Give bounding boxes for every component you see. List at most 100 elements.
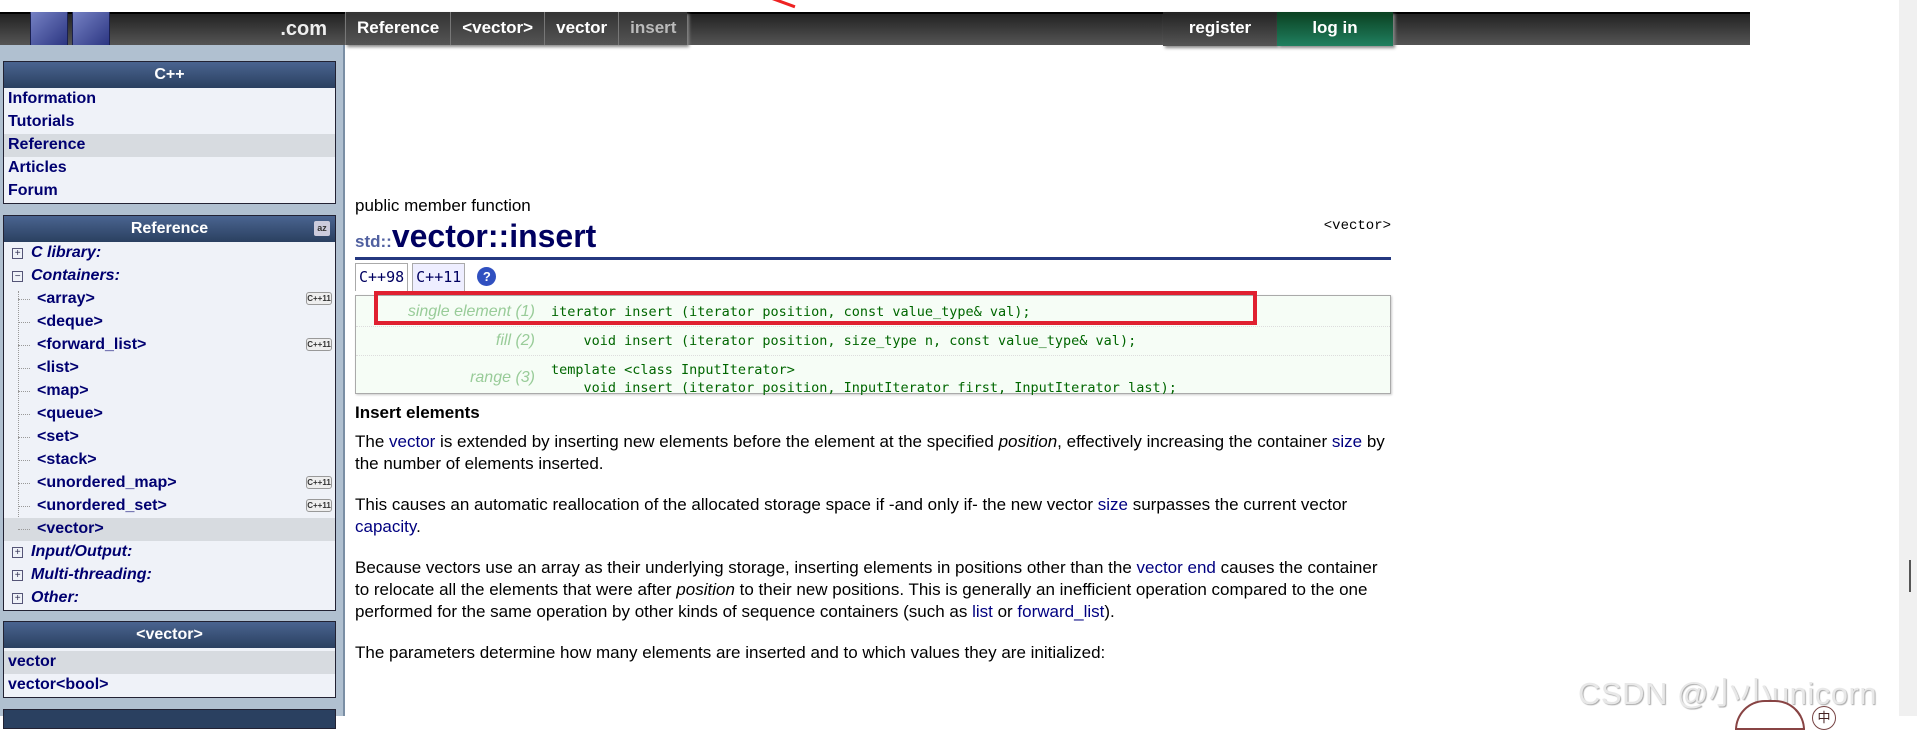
link-vector[interactable]: vector — [389, 432, 435, 451]
link-capacity[interactable]: capacity — [355, 517, 416, 536]
a-z-sort-icon[interactable]: az — [314, 221, 330, 236]
scrollbar-thumb[interactable] — [1909, 560, 1911, 592]
sidebar-item-reference[interactable]: Reference — [4, 134, 335, 157]
expand-icon[interactable]: + — [12, 547, 23, 558]
cpp11-badge: C++11 — [306, 292, 332, 305]
title-name: vector::insert — [391, 218, 597, 254]
container-map[interactable]: <map> — [4, 380, 335, 403]
section-heading: Insert elements — [355, 403, 480, 422]
sidebar: C++ Information Tutorials Reference Arti… — [0, 45, 345, 729]
tab-cpp11[interactable]: C++11 — [412, 263, 466, 291]
text: is extended by inserting new elements be… — [435, 432, 999, 451]
text: surpasses the current vector — [1127, 495, 1348, 514]
title-rule — [355, 257, 1391, 260]
highlight-annotation-box — [374, 291, 1257, 325]
category-multi-threading[interactable]: + Multi-threading: — [4, 564, 335, 587]
member-kind: public member function — [355, 196, 531, 215]
expand-icon[interactable]: + — [12, 248, 23, 259]
text: , effectively increasing the container — [1057, 432, 1332, 451]
sidebar-item-information[interactable]: Information — [4, 88, 335, 111]
text: . — [416, 517, 421, 536]
sidebar-item-forum[interactable]: Forum — [4, 180, 335, 203]
category-label: Other: — [31, 589, 79, 606]
site-logo[interactable]: .com — [0, 12, 345, 45]
sidebar-item-tutorials[interactable]: Tutorials — [4, 111, 335, 134]
text: ). — [1104, 602, 1115, 621]
login-button[interactable]: log in — [1277, 12, 1393, 46]
logo-cube — [30, 12, 68, 45]
category-label: Input/Output: — [31, 543, 133, 560]
help-icon[interactable]: ? — [477, 267, 497, 286]
prototype-row: fill (2) void insert (iterator position,… — [356, 327, 1390, 356]
param-position: position — [676, 580, 735, 599]
cpp11-badge: C++11 — [306, 338, 332, 351]
cpp-box: C++ Information Tutorials Reference Arti… — [3, 61, 336, 204]
container-stack[interactable]: <stack> — [4, 449, 335, 472]
text: Because vectors use an array as their un… — [355, 558, 1137, 577]
container-deque[interactable]: <deque> — [4, 311, 335, 334]
param-position: position — [998, 432, 1058, 451]
paragraph: This causes an automatic reallocation of… — [355, 494, 1395, 538]
link-forward-list[interactable]: forward_list — [1017, 602, 1104, 621]
item-label: <unordered_set> — [37, 497, 167, 514]
container-queue[interactable]: <queue> — [4, 403, 335, 426]
sidebar-item-vector[interactable]: vector — [4, 651, 335, 674]
paragraph: The vector is extended by inserting new … — [355, 431, 1395, 475]
category-other[interactable]: + Other: — [4, 587, 335, 610]
register-button[interactable]: register — [1163, 12, 1277, 46]
container-forward-list[interactable]: <forward_list> C++11 — [4, 334, 335, 357]
breadcrumb: Reference <vector> vector insert — [345, 12, 688, 45]
category-containers[interactable]: − Containers: — [4, 265, 335, 288]
reference-box: Reference az + C library: − Containers: <ar… — [3, 215, 336, 611]
ime-indicator[interactable]: 中 — [1812, 706, 1836, 730]
prototype-label: fill (2) — [495, 332, 535, 349]
category-c-library[interactable]: + C library: — [4, 242, 335, 265]
paragraph: Because vectors use an array as their un… — [355, 557, 1395, 623]
item-label: <forward_list> — [37, 336, 147, 353]
item-label: <unordered_map> — [37, 474, 177, 491]
description: Insert elements The vector is extended b… — [355, 400, 1395, 683]
prototype-row: range (3) template <class InputIterator> … — [356, 356, 1390, 402]
top-strip — [0, 0, 1917, 12]
cpp11-badge: C++11 — [306, 499, 332, 512]
breadcrumb-insert: insert — [618, 12, 687, 45]
link-size[interactable]: size — [1098, 495, 1128, 514]
version-tabs: C++98 C++11 ? — [355, 263, 497, 291]
page-title: std::vector::insert — [355, 218, 596, 255]
item-label: <array> — [37, 290, 95, 307]
paragraph: The parameters determine how many elemen… — [355, 643, 1106, 662]
logo-cube — [72, 12, 110, 45]
container-vector[interactable]: <vector> — [4, 518, 335, 541]
vector-box-title: <vector> — [4, 622, 335, 648]
breadcrumb-reference[interactable]: Reference — [345, 12, 450, 45]
expand-icon[interactable]: + — [12, 570, 23, 581]
reference-box-label: Reference — [130, 220, 209, 237]
tab-cpp98[interactable]: C++98 — [355, 263, 409, 291]
scrollbar[interactable] — [1899, 0, 1917, 716]
collapse-icon[interactable]: − — [12, 271, 23, 282]
logo-suffix: .com — [280, 18, 327, 40]
header-file[interactable]: <vector> — [1324, 218, 1391, 234]
breadcrumb-vector-header[interactable]: <vector> — [450, 12, 544, 45]
link-list[interactable]: list — [972, 602, 993, 621]
sidebar-item-vector-bool[interactable]: vector<bool> — [4, 674, 335, 697]
container-set[interactable]: <set> — [4, 426, 335, 449]
prototype-code: void insert (iterator position, size_typ… — [551, 333, 1137, 349]
sidebar-item-articles[interactable]: Articles — [4, 157, 335, 180]
container-array[interactable]: <array> C++11 — [4, 288, 335, 311]
container-unordered-map[interactable]: <unordered_map> C++11 — [4, 472, 335, 495]
link-size[interactable]: size — [1332, 432, 1362, 451]
container-unordered-set[interactable]: <unordered_set> C++11 — [4, 495, 335, 518]
cpp11-badge: C++11 — [306, 476, 332, 489]
vector-box: <vector> vector vector<bool> — [3, 621, 336, 698]
category-label: C library: — [31, 244, 102, 261]
category-input-output[interactable]: + Input/Output: — [4, 541, 335, 564]
expand-icon[interactable]: + — [12, 593, 23, 604]
text: The — [355, 432, 390, 451]
category-label: Multi-threading: — [31, 566, 152, 583]
cpp-box-title: C++ — [4, 62, 335, 88]
watermark: CSDN @小小unicorn — [1578, 676, 1878, 711]
breadcrumb-vector[interactable]: vector — [544, 12, 618, 45]
container-list[interactable]: <list> — [4, 357, 335, 380]
link-vector-end[interactable]: vector end — [1137, 558, 1216, 577]
